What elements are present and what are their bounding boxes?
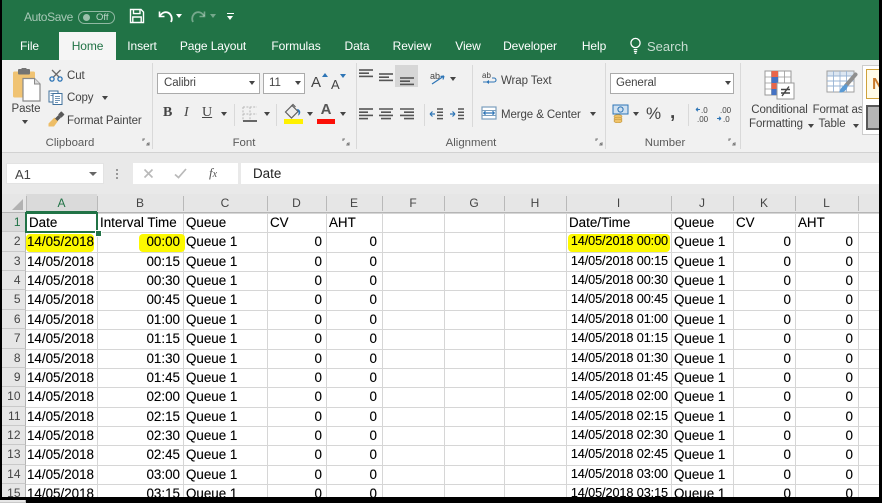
svg-text:.00: .00 [697, 115, 709, 123]
svg-text:.00: .00 [720, 106, 732, 115]
svg-text:ab: ab [482, 71, 491, 80]
svg-text:.0: .0 [701, 106, 708, 115]
svg-text:.0: .0 [723, 115, 730, 123]
